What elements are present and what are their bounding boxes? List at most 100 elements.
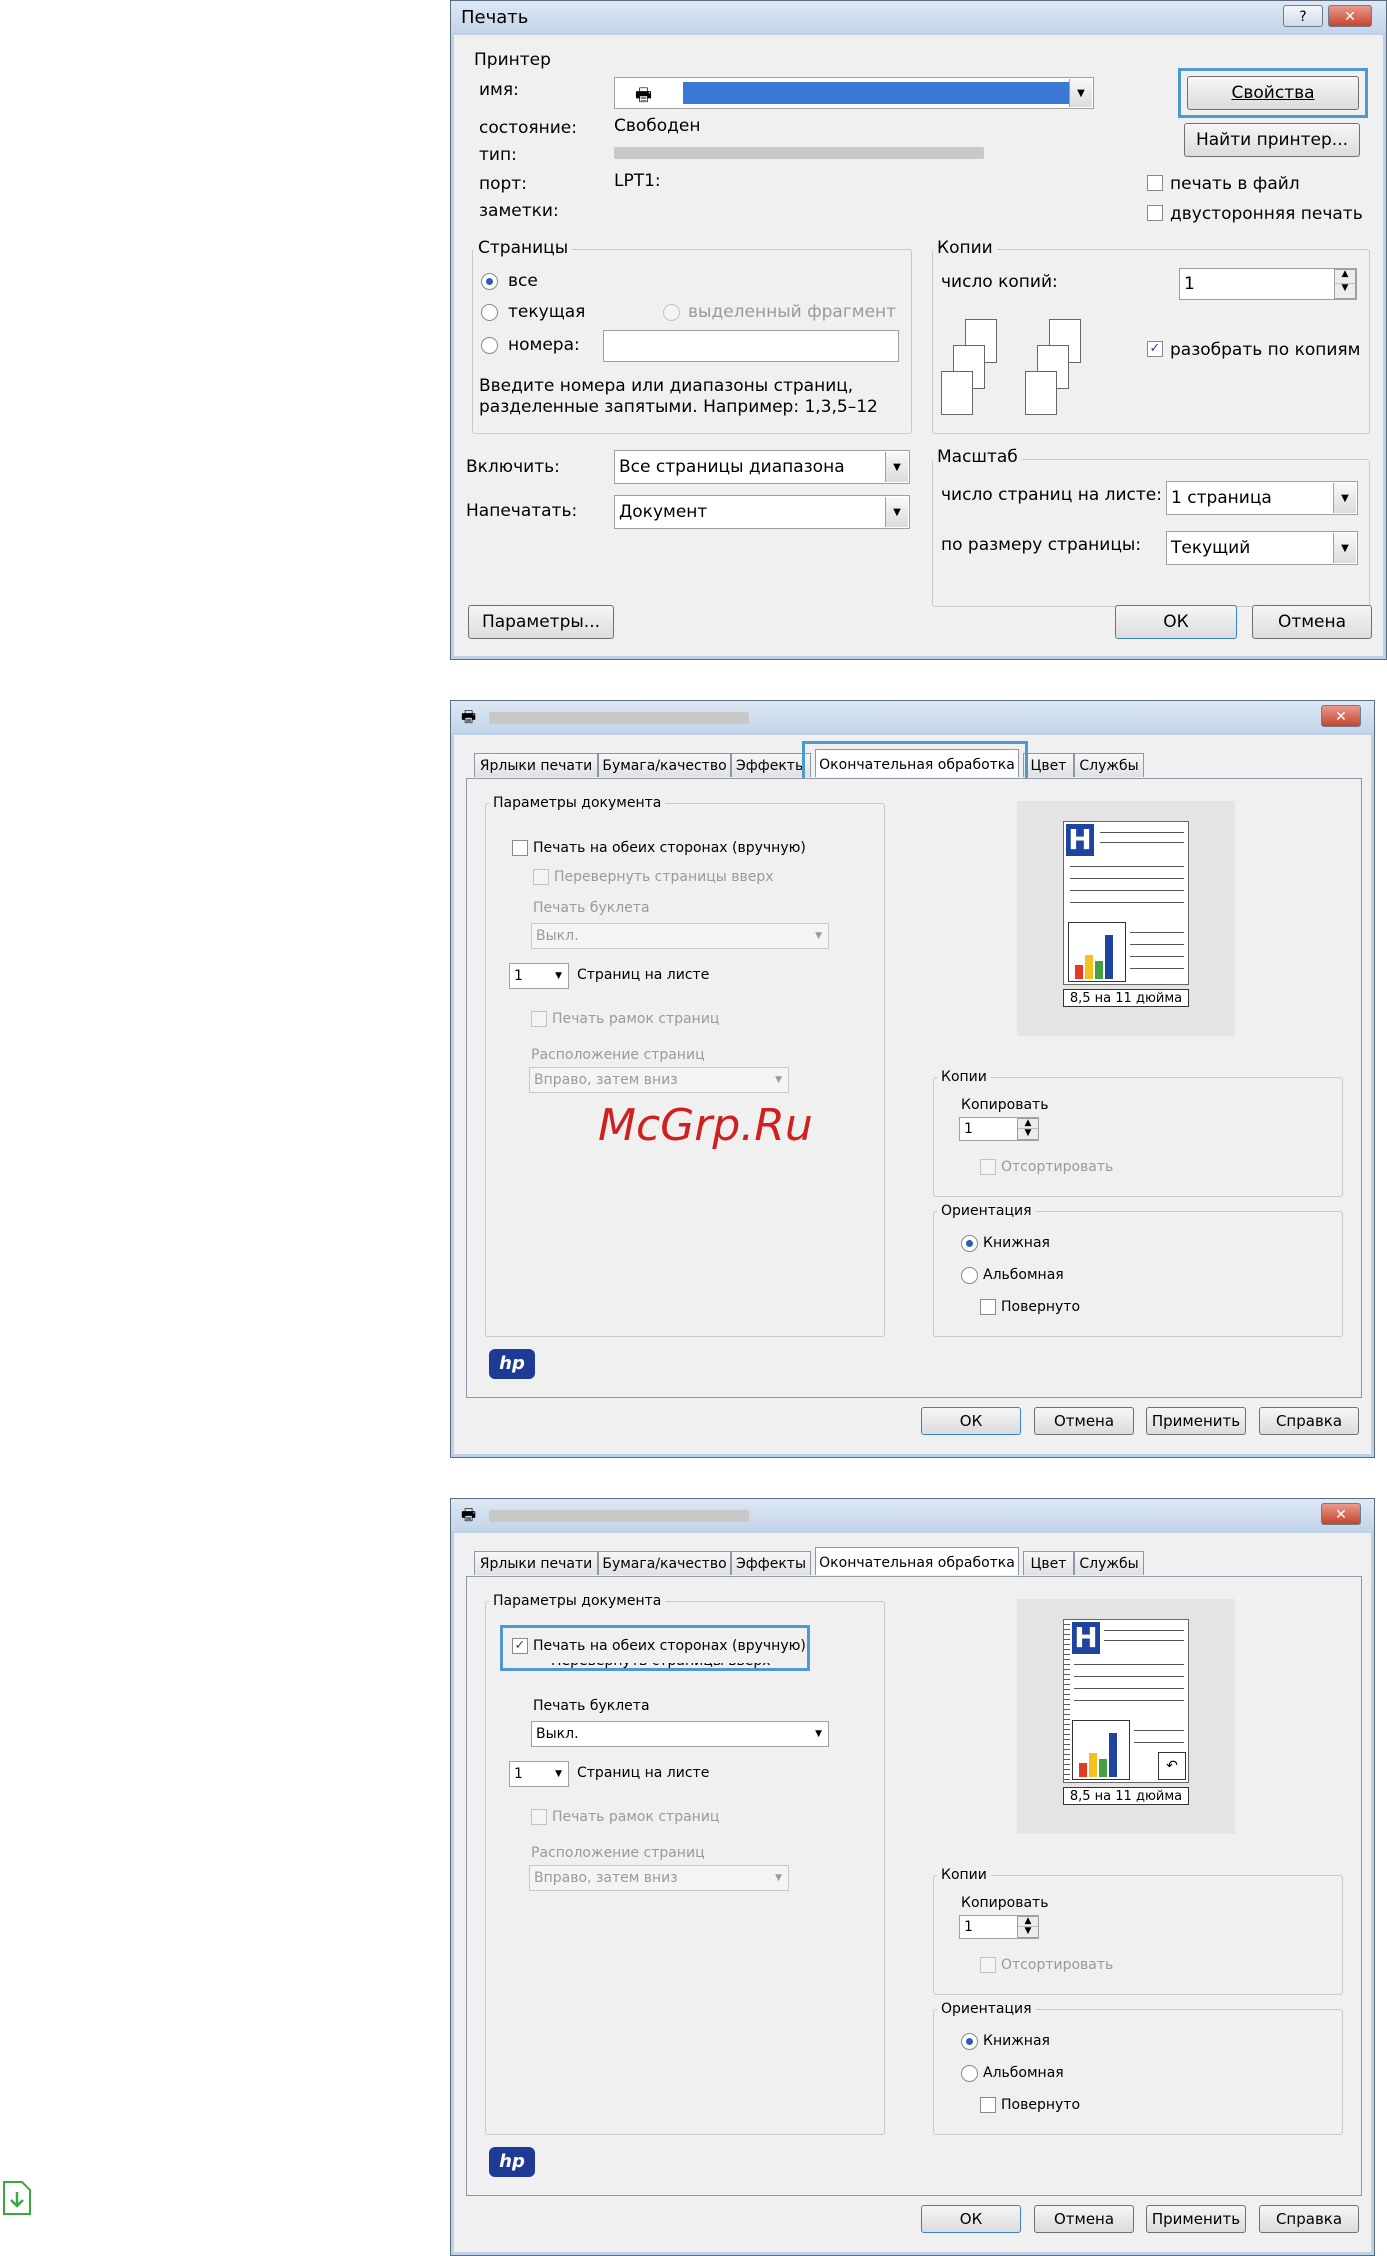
copies-count-spinner[interactable]: ▲ ▼ (1334, 269, 1356, 299)
type-label: тип: (479, 145, 517, 165)
collate-checkbox[interactable] (980, 1957, 996, 1973)
watermark: McGrp.Ru (598, 1100, 813, 1151)
tab-color[interactable]: Цвет (1023, 753, 1074, 777)
properties-title-redacted (489, 712, 749, 724)
ok-button[interactable]: ОК (921, 1407, 1021, 1435)
scale-to-label: по размеру страницы: (941, 535, 1142, 555)
print-both-sides-highlight (500, 1625, 810, 1671)
pages-group-label: Страницы (474, 238, 573, 258)
spin-up-icon: ▲ (1335, 270, 1355, 284)
printer-name-select[interactable]: 🖶 ▼ (614, 77, 1094, 109)
chevron-down-icon: ▼ (815, 1729, 822, 1739)
apply-button[interactable]: Применить (1146, 2205, 1246, 2233)
properties-button[interactable]: Свойства (1187, 76, 1359, 110)
tab-shortcuts[interactable]: Ярлыки печати (474, 1551, 598, 1575)
rotated-checkbox[interactable] (980, 2097, 996, 2113)
portrait-label: Книжная (983, 2033, 1050, 2049)
properties-titlebar-1: 🖶 ✕ (451, 701, 1374, 733)
pages-numbers-label: номера: (508, 335, 580, 355)
copies-count-input[interactable]: 1 (1179, 268, 1357, 300)
print-dialog-titlebar: Печать ? ✕ (451, 1, 1386, 33)
include-value: Все страницы диапазона (619, 457, 845, 477)
print-dialog-title: Печать (461, 7, 529, 28)
print-page-borders-checkbox[interactable] (531, 1809, 547, 1825)
collate-checkbox[interactable]: ✓ (1147, 341, 1163, 357)
pages-per-sheet-value: 1 страница (1171, 488, 1272, 508)
page-order-select[interactable]: Вправо, затем вниз ▼ (529, 1067, 789, 1093)
booklet-value: Выкл. (536, 928, 579, 944)
scale-to-select[interactable]: Текущий ▼ (1166, 531, 1358, 565)
booklet-select[interactable]: Выкл. ▼ (531, 1721, 829, 1747)
duplex-checkbox[interactable] (1147, 205, 1163, 221)
help-title-button[interactable]: ? (1283, 5, 1323, 27)
chevron-down-icon: ▼ (1333, 483, 1356, 513)
pages-current-radio[interactable] (481, 304, 498, 321)
ok-button[interactable]: ОК (921, 2205, 1021, 2233)
find-printer-button[interactable]: Найти принтер... (1184, 123, 1360, 157)
close-title-button[interactable]: ✕ (1321, 705, 1361, 727)
cancel-button[interactable]: Отмена (1034, 1407, 1134, 1435)
tab-effects[interactable]: Эффекты (731, 1551, 811, 1575)
notes-label: заметки: (479, 201, 559, 221)
rotated-label: Повернуто (1001, 2097, 1081, 2113)
properties-titlebar-2: 🖶 ✕ (451, 1499, 1374, 1531)
scale-group-label: Масштаб (933, 447, 1022, 467)
apply-button[interactable]: Применить (1146, 1407, 1246, 1435)
collate-checkbox[interactable] (980, 1159, 996, 1175)
page-order-select[interactable]: Вправо, затем вниз ▼ (529, 1865, 789, 1891)
pages-per-sheet-select[interactable]: 1 ▼ (509, 1761, 569, 1787)
printer-group-label: Принтер (474, 50, 551, 70)
tab-color[interactable]: Цвет (1023, 1551, 1074, 1575)
flip-pages-up-checkbox[interactable] (533, 869, 549, 885)
cancel-button[interactable]: Отмена (1034, 2205, 1134, 2233)
landscape-radio[interactable] (961, 2065, 978, 2082)
print-page-borders-label: Печать рамок страниц (552, 1809, 720, 1825)
booklet-value: Выкл. (536, 1726, 579, 1742)
pages-per-sheet-select[interactable]: 1 страница ▼ (1166, 481, 1358, 515)
landscape-radio[interactable] (961, 1267, 978, 1284)
tab-finishing[interactable]: Окончательная обработка (815, 1547, 1019, 1575)
tab-strip-2: Ярлыки печати Бумага/качество Эффекты Ок… (474, 1547, 1354, 1577)
options-button[interactable]: Параметры... (468, 605, 614, 639)
pages-selection-radio[interactable] (663, 304, 680, 321)
close-title-button[interactable]: ✕ (1328, 5, 1372, 27)
tab-effects[interactable]: Эффекты (731, 753, 811, 777)
tab-services[interactable]: Службы (1074, 1551, 1144, 1575)
pages-per-sheet-select[interactable]: 1 ▼ (509, 963, 569, 989)
tab-paper-quality[interactable]: Бумага/качество (598, 1551, 731, 1575)
tab-shortcuts[interactable]: Ярлыки печати (474, 753, 598, 777)
port-value: LPT1: (614, 171, 661, 191)
tab-services[interactable]: Службы (1074, 753, 1144, 777)
pages-all-radio[interactable] (481, 273, 498, 290)
bar-chart-icon (1068, 922, 1126, 982)
cancel-button[interactable]: Отмена (1252, 605, 1372, 639)
pages-all-label: все (508, 271, 538, 291)
print-what-label: Напечатать: (466, 501, 578, 521)
include-select[interactable]: Все страницы диапазона ▼ (614, 450, 910, 484)
ok-button[interactable]: ОК (1115, 605, 1237, 639)
chevron-down-icon: ▼ (775, 1873, 782, 1883)
print-both-sides-checkbox[interactable] (512, 840, 528, 856)
portrait-radio[interactable] (961, 2033, 978, 2050)
properties-client-2: Ярлыки печати Бумага/качество Эффекты Ок… (454, 1533, 1371, 2252)
print-page-borders-checkbox[interactable] (531, 1011, 547, 1027)
portrait-radio[interactable] (961, 1235, 978, 1252)
copies-group-label: Копии (933, 238, 997, 258)
tab-paper-quality[interactable]: Бумага/качество (598, 753, 731, 777)
help-button[interactable]: Справка (1259, 1407, 1359, 1435)
print-to-file-checkbox[interactable] (1147, 175, 1163, 191)
rotated-checkbox[interactable] (980, 1299, 996, 1315)
close-title-button[interactable]: ✕ (1321, 1503, 1361, 1525)
print-what-select[interactable]: Документ ▼ (614, 495, 910, 529)
copy-count-spinner[interactable]: ▲ ▼ (1017, 1118, 1039, 1140)
help-button[interactable]: Справка (1259, 2205, 1359, 2233)
scale-to-value: Текущий (1171, 538, 1251, 558)
copy-count-spinner[interactable]: ▲ ▼ (1017, 1916, 1039, 1938)
properties-title-redacted (489, 1510, 749, 1522)
pages-numbers-input[interactable] (603, 330, 899, 362)
portrait-label: Книжная (983, 1235, 1050, 1251)
orientation-group-label: Ориентация (937, 1203, 1036, 1219)
pages-numbers-radio[interactable] (481, 337, 498, 354)
chevron-down-icon: ▼ (885, 497, 908, 527)
booklet-select[interactable]: Выкл. ▼ (531, 923, 829, 949)
